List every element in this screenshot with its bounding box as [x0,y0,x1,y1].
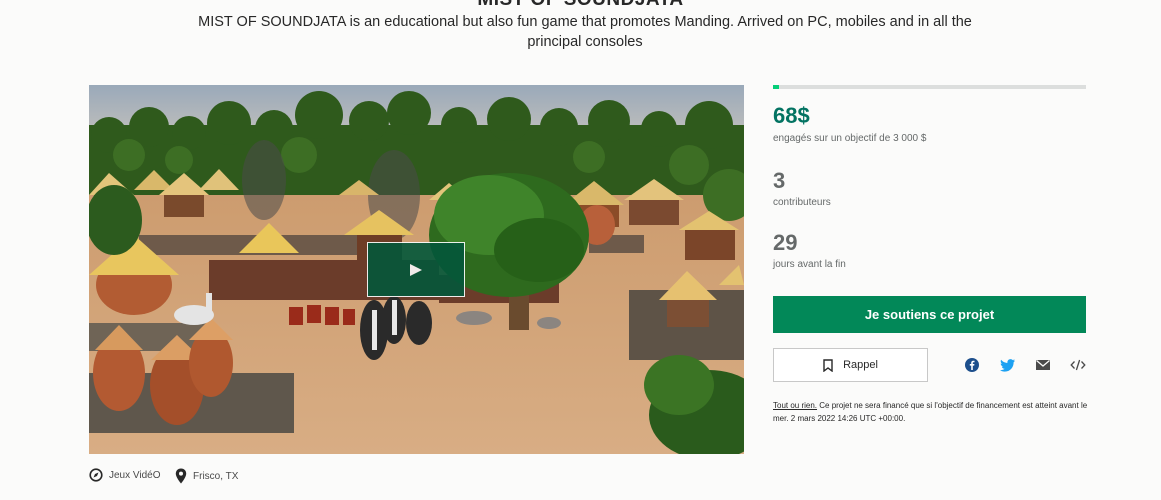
funding-progress-fill [773,85,780,89]
compass-icon [89,468,103,482]
play-icon [410,263,422,276]
location-link[interactable]: Frisco, TX [175,468,238,484]
facebook-icon[interactable] [964,357,980,373]
project-video[interactable] [89,85,744,454]
bookmark-icon [823,358,833,372]
all-or-nothing-link[interactable]: Tout ou rien. [773,401,817,410]
backers-label: contributeurs [773,197,831,208]
pledged-amount: 68$ [773,103,810,128]
backers-count: 3 [773,168,786,193]
category-label: Jeux VidéO [109,469,161,481]
days-label: jours avant la fin [773,259,846,270]
project-title: MIST OF SOUNDJATA [0,0,1161,11]
twitter-icon[interactable] [1000,357,1016,373]
all-or-nothing-notice: Tout ou rien. Ce projet ne sera financé … [773,399,1093,425]
remind-me-button[interactable]: Rappel [773,348,928,382]
pledged-goal-label: engagés sur un objectif de 3 000 $ [773,133,927,144]
location-label: Frisco, TX [193,470,239,482]
remind-label: Rappel [843,359,878,371]
funding-progress-bar [773,85,1086,89]
all-or-nothing-text: Ce projet ne sera financé que si l'objec… [773,401,1088,423]
project-blurb: MIST OF SOUNDJATA is an educational but … [198,14,972,50]
days-remaining: 29 [773,230,798,255]
category-link[interactable]: Jeux VidéO [89,468,161,482]
email-icon[interactable] [1035,357,1051,373]
play-button[interactable] [367,242,465,297]
embed-icon[interactable] [1070,357,1086,373]
back-project-button[interactable]: Je soutiens ce projet [773,296,1086,333]
location-pin-icon [175,468,187,484]
